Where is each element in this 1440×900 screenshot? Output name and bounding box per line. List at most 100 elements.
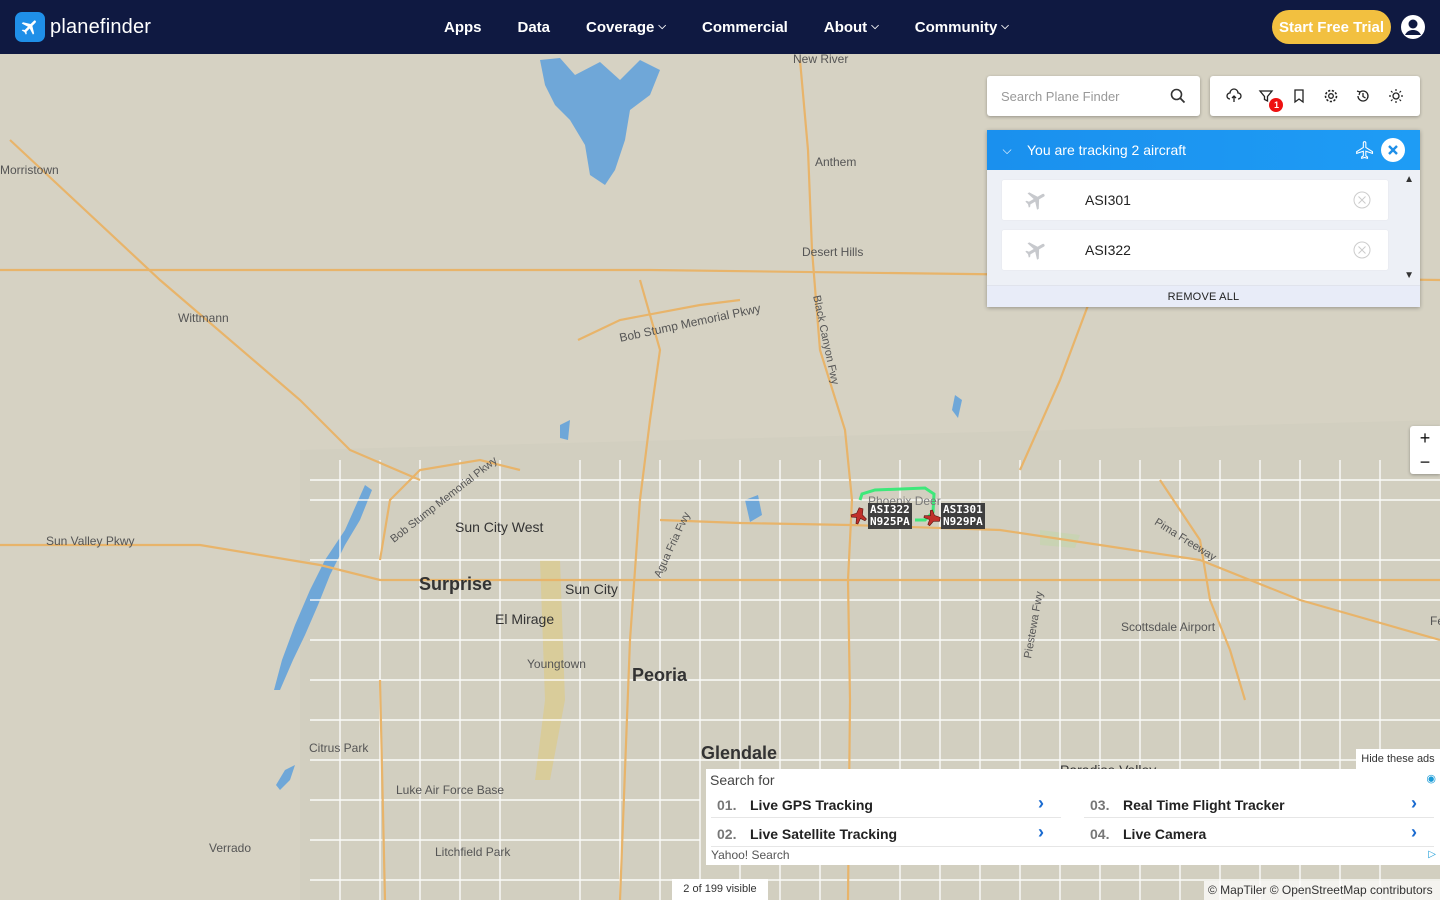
map-label-peoria: Peoria	[632, 665, 688, 685]
map-label-fe: Fe	[1430, 614, 1440, 628]
chevron-down-icon: ⌵	[871, 20, 879, 32]
map-label-youngtown: Youngtown	[527, 657, 586, 671]
cloud-upload-icon[interactable]	[1224, 86, 1244, 106]
tracking-header: ⌵ You are tracking 2 aircraft	[987, 130, 1420, 170]
tracking-panel: ⌵ You are tracking 2 aircraft ASI301 ASI…	[987, 130, 1420, 307]
close-icon	[1388, 145, 1398, 155]
search-input[interactable]	[987, 76, 1157, 116]
close-tracking-button[interactable]	[1381, 138, 1405, 162]
nav-coverage-label: Coverage	[586, 18, 655, 36]
map-label-el-mirage: El Mirage	[495, 611, 555, 627]
map-label-new-river: New River	[793, 54, 849, 66]
zoom-controls: + −	[1410, 426, 1440, 474]
visible-aircraft-count: 2 of 199 visible	[672, 879, 768, 900]
ad-item-number: 04.	[1090, 826, 1110, 842]
tracked-aircraft-list: ASI301 ASI322 ▲ ▼	[987, 170, 1420, 285]
zoom-out-button[interactable]: −	[1410, 450, 1440, 474]
nav-data-label: Data	[517, 18, 551, 36]
map-label-desert-hills: Desert Hills	[802, 245, 864, 259]
ad-item-text: Live Camera	[1123, 826, 1207, 842]
search-bar	[987, 76, 1200, 116]
plane-icon	[1024, 238, 1048, 267]
search-ad-panel: Search for ◉ 01. Live GPS Tracking › 02.…	[706, 769, 1440, 865]
map-toolbar: 1	[1210, 76, 1420, 116]
user-account-icon[interactable]	[1400, 14, 1426, 40]
ad-item-number: 01.	[717, 797, 737, 813]
ad-search-for-label: Search for	[710, 772, 775, 788]
chevron-right-icon[interactable]: ›	[1411, 793, 1417, 814]
remove-aircraft-icon[interactable]	[1353, 191, 1371, 209]
settings-icon[interactable]	[1321, 86, 1341, 106]
nav-apps[interactable]: Apps	[426, 19, 500, 36]
map-label-litchfield-park: Litchfield Park	[435, 845, 511, 859]
tracked-aircraft-row[interactable]: ASI322	[1002, 230, 1388, 270]
tracked-callsign: ASI301	[1085, 192, 1131, 208]
airport-weather-icon[interactable]	[1386, 86, 1406, 106]
remove-aircraft-icon[interactable]	[1353, 241, 1371, 259]
ad-choices-icon[interactable]: ◉	[1426, 772, 1436, 785]
map-label-luke-afb: Luke Air Force Base	[396, 783, 505, 797]
nav-about[interactable]: About ⌵	[806, 19, 897, 36]
ad-item-number: 02.	[717, 826, 737, 842]
scroll-up-icon[interactable]: ▲	[1404, 174, 1414, 185]
ad-item-2[interactable]: 02. Live Satellite Tracking	[717, 823, 897, 845]
planefinder-logo[interactable]: planefinder	[15, 12, 151, 42]
ad-item-4[interactable]: 04. Live Camera	[1090, 823, 1206, 845]
map-label-glendale: Glendale	[701, 743, 778, 763]
chevron-right-icon[interactable]: ›	[1411, 822, 1417, 843]
nav-about-label: About	[823, 18, 868, 36]
ad-item-3[interactable]: 03. Real Time Flight Tracker	[1090, 794, 1285, 816]
nav-coverage[interactable]: Coverage ⌵	[568, 19, 684, 36]
bookmark-icon[interactable]	[1289, 86, 1309, 106]
nav-data[interactable]: Data	[500, 19, 569, 36]
plane-icon	[1024, 188, 1048, 217]
map-label-sun-city-west: Sun City West	[455, 519, 544, 535]
chevron-down-icon: ⌵	[1001, 20, 1009, 32]
adchoices-triangle-icon[interactable]: ▷	[1428, 849, 1436, 860]
nav-commercial[interactable]: Commercial	[684, 19, 806, 36]
brand-name: planefinder	[50, 15, 152, 38]
aircraft-registration: N925PA	[870, 515, 910, 528]
map-label-verrado: Verrado	[209, 841, 252, 855]
map-label-surprise: Surprise	[419, 574, 493, 594]
nav-community[interactable]: Community ⌵	[897, 19, 1027, 36]
ad-divider	[1084, 817, 1434, 818]
filter-icon[interactable]: 1	[1256, 86, 1284, 112]
tracked-aircraft-row[interactable]: ASI301	[1002, 180, 1388, 220]
zoom-in-button[interactable]: +	[1410, 426, 1440, 450]
map-label-sun-valley-pkwy: Sun Valley Pkwy	[46, 534, 135, 548]
aircraft-label-asi301[interactable]: ASI301 N929PA	[941, 503, 985, 529]
map-label-scottsdale-airport: Scottsdale Airport	[1121, 620, 1216, 634]
nav-commercial-label: Commercial	[701, 18, 788, 36]
search-icon[interactable]	[1170, 88, 1186, 104]
tracking-title: You are tracking 2 aircraft	[1027, 142, 1187, 158]
remove-all-button[interactable]: REMOVE ALL	[987, 285, 1420, 307]
chevron-right-icon[interactable]: ›	[1038, 793, 1044, 814]
aircraft-registration: N929PA	[943, 515, 983, 528]
ad-item-number: 03.	[1090, 797, 1110, 813]
collapse-chevron-icon[interactable]: ⌵	[987, 143, 1027, 158]
map-label-citrus-park: Citrus Park	[309, 741, 369, 755]
chevron-down-icon: ⌵	[658, 20, 666, 32]
nav-community-label: Community	[914, 18, 998, 36]
plane-outline-icon	[1355, 140, 1375, 163]
map-label-sun-city: Sun City	[565, 581, 618, 597]
ad-item-1[interactable]: 01. Live GPS Tracking	[717, 794, 873, 816]
scroll-down-icon[interactable]: ▼	[1404, 270, 1414, 281]
aircraft-label-asi322[interactable]: ASI322 N925PA	[868, 503, 912, 529]
ad-divider	[711, 846, 1434, 847]
map-label-morristown: Morristown	[0, 163, 59, 177]
tracked-callsign: ASI322	[1085, 242, 1131, 258]
ad-item-text: Live Satellite Tracking	[750, 826, 898, 842]
hide-ads-button[interactable]: Hide these ads	[1356, 749, 1440, 769]
ad-provider: Yahoo! Search	[711, 848, 790, 862]
map-label-anthem: Anthem	[815, 155, 857, 169]
map-attribution[interactable]: © MapTiler © OpenStreetMap contributors	[1204, 881, 1440, 900]
start-free-trial-button[interactable]: Start Free Trial	[1272, 10, 1391, 44]
filter-badge: 1	[1269, 98, 1284, 112]
map-label-wittmann: Wittmann	[178, 311, 229, 325]
history-icon[interactable]	[1353, 86, 1373, 106]
nav-apps-label: Apps	[444, 18, 482, 36]
ad-item-text: Real Time Flight Tracker	[1123, 797, 1285, 813]
chevron-right-icon[interactable]: ›	[1038, 822, 1044, 843]
